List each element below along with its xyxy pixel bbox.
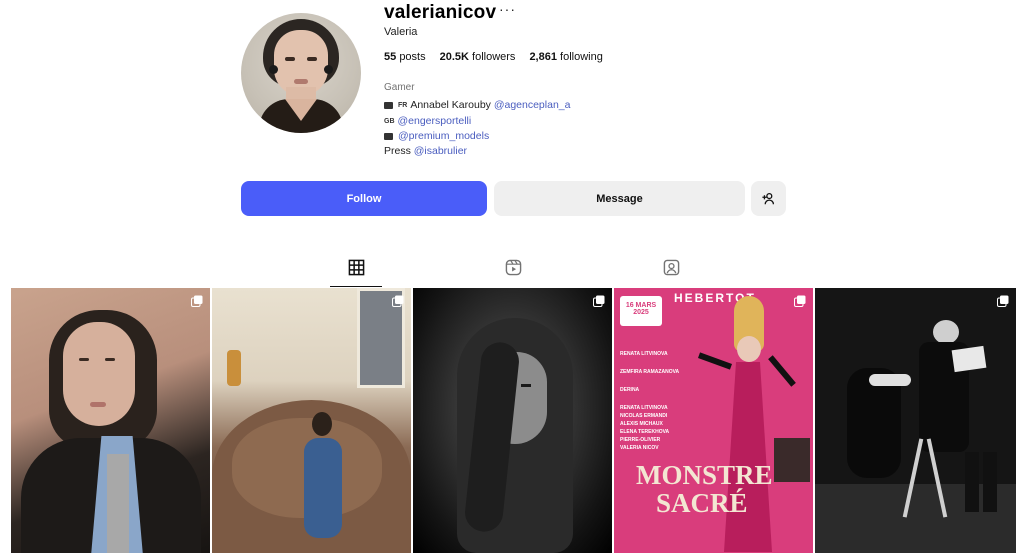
multi-image-icon: [997, 295, 1009, 307]
message-button[interactable]: Message: [494, 181, 745, 216]
bio-link-premium-models[interactable]: @premium_models: [398, 130, 489, 142]
more-options-icon[interactable]: ···: [499, 1, 516, 17]
grid-icon: [348, 259, 364, 276]
poster-title-line1: MONSTRE: [636, 460, 773, 490]
bio-line-press: Press @isabrulier: [384, 144, 468, 157]
tab-posts[interactable]: [330, 255, 382, 287]
poster-title-line2: SACRÉ: [656, 488, 748, 518]
post-tile[interactable]: [212, 288, 411, 553]
posts-count: 55 posts: [384, 51, 426, 63]
tab-reels[interactable]: [487, 255, 539, 287]
profile-full-name: Valeria: [384, 26, 418, 38]
camera-emoji-icon: [384, 102, 393, 109]
bio-line-agency: FR Annabel Karouby @agenceplan_a: [384, 98, 570, 114]
post-tile[interactable]: [815, 288, 1016, 553]
poster-date-badge: 16 MARS 2025: [620, 296, 662, 326]
flag-gb-icon: GB: [384, 117, 395, 125]
multi-image-icon: [191, 295, 203, 307]
bio-line-premium: @premium_models: [384, 129, 570, 144]
bio-line-gb: GB @engersportelli: [384, 114, 570, 130]
profile-avatar[interactable]: [241, 13, 361, 133]
bio-link-agenceplan[interactable]: @agenceplan_a: [494, 99, 571, 111]
poster-credits: RENATA LITVINOVA ZEMFIRA RAMAZANOVA DERI…: [620, 351, 680, 451]
bio-link-engersportelli[interactable]: @engersportelli: [398, 115, 472, 127]
profile-tabs: [0, 255, 1024, 287]
tagged-icon: [663, 259, 679, 276]
posts-grid: HEBERTOT 16 MARS 2025 RENATA LITVINOVA Z…: [11, 288, 1016, 553]
post-tile-poster[interactable]: HEBERTOT 16 MARS 2025 RENATA LITVINOVA Z…: [614, 288, 813, 553]
tab-tagged[interactable]: [645, 255, 697, 287]
multi-image-icon: [593, 295, 605, 307]
bio-link-isabrulier[interactable]: @isabrulier: [414, 145, 467, 157]
multi-image-icon: [794, 295, 806, 307]
post-tile[interactable]: [11, 288, 210, 553]
profile-category: Gamer: [384, 82, 415, 93]
flag-fr-icon: FR: [398, 102, 408, 109]
profile-username: valerianicov: [384, 2, 497, 23]
post-tile[interactable]: [413, 288, 612, 553]
profile-stats: 55 posts 20.5K followers 2,861 following: [384, 51, 603, 63]
profile-bio: FR Annabel Karouby @agenceplan_a GB @enger…: [384, 98, 570, 158]
clapper-emoji-icon: [384, 133, 393, 140]
reels-icon: [505, 259, 521, 276]
following-count[interactable]: 2,861 following: [529, 51, 602, 63]
follow-button[interactable]: Follow: [241, 181, 487, 216]
person-plus-icon: [762, 192, 775, 205]
suggested-accounts-button[interactable]: [751, 181, 786, 216]
followers-count[interactable]: 20.5K followers: [440, 51, 516, 63]
multi-image-icon: [392, 295, 404, 307]
